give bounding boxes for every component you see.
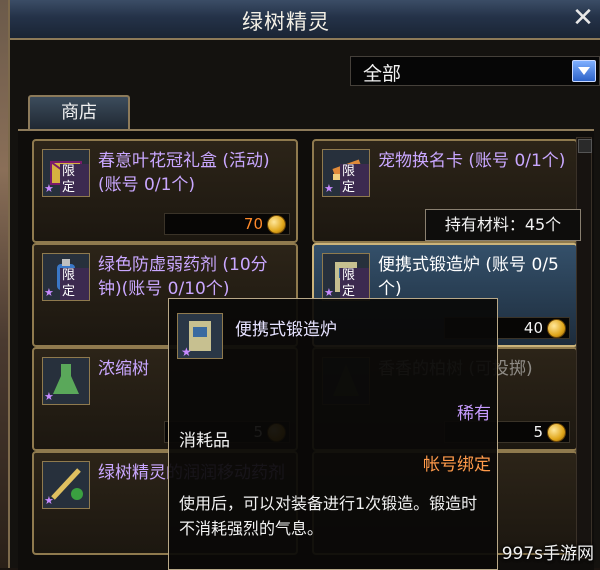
tooltip-rarity: 稀有 bbox=[457, 404, 491, 424]
name-change-card-icon: ★ 限定 bbox=[322, 149, 370, 197]
material-count-tooltip: 持有材料：45个 bbox=[425, 209, 581, 241]
star-icon: ★ bbox=[324, 182, 334, 195]
limited-badge: 限定 bbox=[340, 164, 369, 196]
sword-potion-icon: ★ bbox=[42, 461, 90, 509]
tab-shop[interactable]: 商店 bbox=[28, 95, 130, 131]
flower-crown-box-icon: ★ 限定 bbox=[42, 149, 90, 197]
potion-icon: ★ 限定 bbox=[42, 253, 90, 301]
tooltip-item-type: 消耗品 bbox=[179, 431, 230, 451]
forge-icon: ★ bbox=[177, 313, 223, 359]
item-name: 宠物换名卡 (账号 0/1个) bbox=[378, 151, 566, 171]
coin-icon bbox=[267, 215, 286, 234]
scroll-up-icon[interactable] bbox=[578, 139, 592, 153]
tooltip-binding: 帐号绑定 bbox=[423, 455, 491, 475]
price-field: 70 bbox=[164, 213, 290, 235]
star-icon: ★ bbox=[44, 286, 54, 299]
svg-text:★: ★ bbox=[181, 345, 192, 358]
item-name: 春意叶花冠礼盒 (活动)(账号 0/1个) bbox=[98, 151, 270, 195]
item-price: 5 bbox=[533, 423, 543, 441]
tooltip-item-title: 便携式锻造炉 bbox=[235, 320, 337, 340]
window-title: 绿树精灵 bbox=[242, 10, 330, 34]
item-price: 40 bbox=[523, 319, 543, 337]
shop-item-card[interactable]: ★ 限定 春意叶花冠礼盒 (活动)(账号 0/1个) 70 bbox=[32, 139, 298, 243]
coin-icon bbox=[547, 319, 566, 338]
star-icon: ★ bbox=[44, 182, 54, 195]
item-name: 绿色防虚弱药剂 (10分钟)(账号 0/10个) bbox=[98, 255, 268, 299]
title-bar: 绿树精灵 ✕ bbox=[10, 0, 600, 40]
flask-icon: ★ bbox=[42, 357, 90, 405]
forge-icon: ★ 限定 bbox=[322, 253, 370, 301]
chevron-down-icon[interactable] bbox=[572, 60, 596, 82]
scrollbar[interactable] bbox=[576, 137, 592, 559]
shop-window: 绿树精灵 ✕ 全部 商店 ★ 限定 春意叶花冠礼盒 (活动)(账号 0/1个) … bbox=[8, 0, 600, 570]
star-icon: ★ bbox=[44, 494, 54, 507]
close-icon[interactable]: ✕ bbox=[570, 4, 596, 32]
star-icon: ★ bbox=[44, 390, 54, 403]
limited-badge: 限定 bbox=[340, 268, 369, 300]
item-price: 70 bbox=[243, 215, 263, 233]
coin-icon bbox=[547, 423, 566, 442]
limited-badge: 限定 bbox=[60, 164, 89, 196]
filter-selected-value: 全部 bbox=[363, 63, 402, 85]
tooltip-description: 使用后，可以对装备进行1次锻造。锻造时不消耗强烈的气息。 bbox=[179, 494, 478, 538]
watermark: 997s手游网 bbox=[501, 544, 594, 564]
limited-badge: 限定 bbox=[60, 268, 89, 300]
item-name: 便携式锻造炉 (账号 0/5个) bbox=[378, 255, 559, 299]
category-filter-dropdown[interactable]: 全部 bbox=[350, 56, 600, 86]
item-detail-tooltip: ★ 便携式锻造炉 稀有 消耗品 帐号绑定 使用后，可以对装备进行1次锻造。锻造时… bbox=[168, 298, 498, 570]
